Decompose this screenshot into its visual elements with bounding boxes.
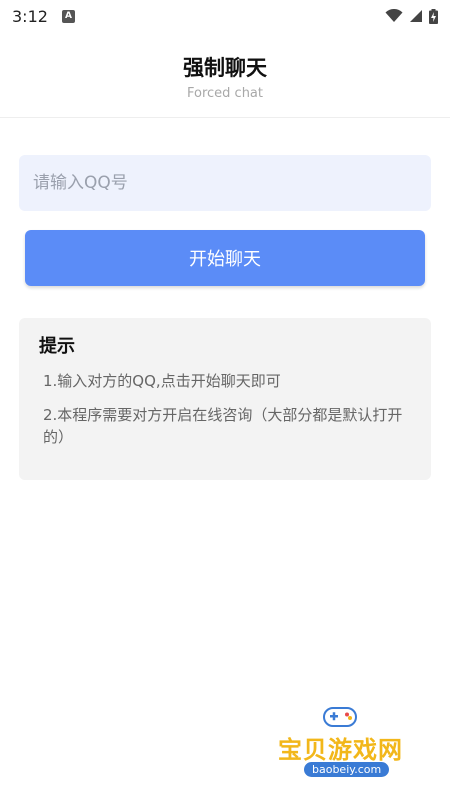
watermark-text: 宝贝游戏网	[278, 736, 403, 764]
app-header: 强制聊天 Forced chat	[0, 32, 450, 118]
tips-card: 提示 1.输入对方的QQ,点击开始聊天即可 2.本程序需要对方开启在线咨询（大部…	[19, 318, 431, 480]
tips-item: 1.输入对方的QQ,点击开始聊天即可	[43, 372, 281, 390]
battery-charging-icon	[429, 8, 438, 24]
status-bar: 3:12 A	[0, 0, 450, 32]
status-time: 3:12	[12, 6, 48, 26]
wifi-icon	[385, 9, 403, 22]
qq-number-input[interactable]	[19, 155, 431, 211]
gamepad-icon	[323, 707, 357, 727]
page-title: 强制聊天	[183, 56, 267, 80]
signal-icon	[410, 10, 422, 22]
watermark-domain: baobeiy.com	[304, 762, 390, 777]
tips-item: 2.本程序需要对方开启在线咨询（大部分都是默认打开的）	[43, 406, 403, 446]
tips-title: 提示	[39, 336, 75, 357]
start-chat-button[interactable]: 开始聊天	[25, 230, 425, 286]
watermark-logo: 宝贝游戏网 baobeiy.com	[270, 700, 440, 792]
page-subtitle: Forced chat	[186, 86, 263, 101]
status-icons	[385, 8, 438, 24]
a-icon: A	[61, 9, 75, 23]
